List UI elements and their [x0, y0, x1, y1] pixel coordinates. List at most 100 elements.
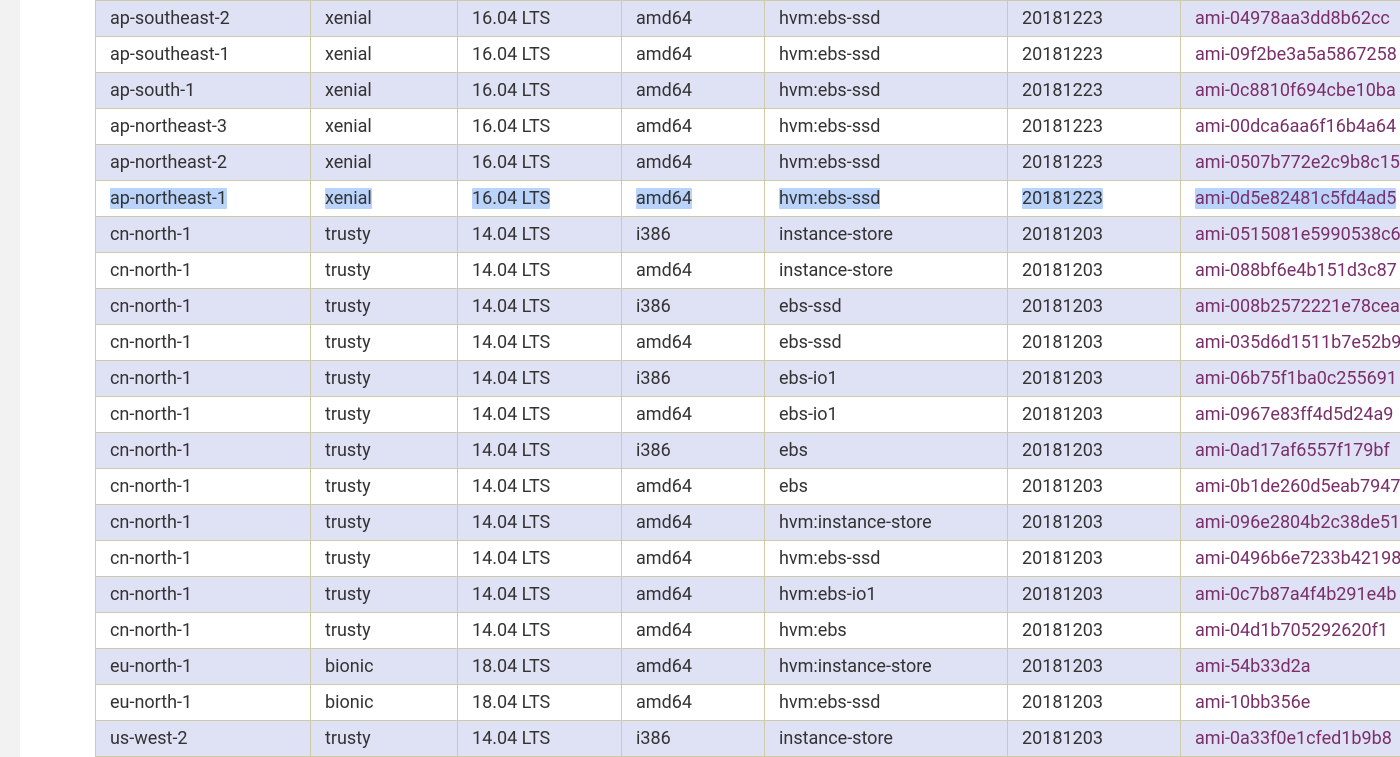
table-row[interactable]: eu-north-1bionic18.04 LTSamd64hvm:instan… — [96, 649, 1400, 685]
cell-type: ebs-ssd — [765, 289, 1008, 325]
cell-arch: amd64 — [622, 1, 765, 37]
cell-type: hvm:ebs — [765, 613, 1008, 649]
cell-date: 20181203 — [1008, 433, 1181, 469]
cell-arch: i386 — [622, 433, 765, 469]
cell-codename: trusty — [311, 541, 458, 577]
cell-ami[interactable]: ami-0967e83ff4d5d24a9 — [1181, 397, 1400, 433]
cell-type: ebs — [765, 469, 1008, 505]
table-row[interactable]: cn-north-1trusty14.04 LTSamd64hvm:instan… — [96, 505, 1400, 541]
table-row[interactable]: cn-north-1trusty14.04 LTSamd64ebs2018120… — [96, 469, 1400, 505]
cell-ami[interactable]: ami-06b75f1ba0c255691 — [1181, 361, 1400, 397]
cell-ami[interactable]: ami-088bf6e4b151d3c87 — [1181, 253, 1400, 289]
cell-codename: bionic — [311, 649, 458, 685]
table-row[interactable]: cn-north-1trusty14.04 LTSi386ebs20181203… — [96, 433, 1400, 469]
ami-table: ap-southeast-2xenial16.04 LTSamd64hvm:eb… — [95, 0, 1400, 757]
cell-region: eu-north-1 — [96, 685, 311, 721]
cell-arch: amd64 — [622, 649, 765, 685]
table-row[interactable]: cn-north-1trusty14.04 LTSi386ebs-ssd2018… — [96, 289, 1400, 325]
table-row[interactable]: us-west-2trusty14.04 LTSi386instance-sto… — [96, 721, 1400, 757]
cell-region: cn-north-1 — [96, 361, 311, 397]
cell-codename: xenial — [311, 73, 458, 109]
cell-ami[interactable]: ami-54b33d2a — [1181, 649, 1400, 685]
cell-ami[interactable]: ami-10bb356e — [1181, 685, 1400, 721]
cell-version: 16.04 LTS — [458, 73, 622, 109]
cell-type: hvm:ebs-ssd — [765, 685, 1008, 721]
cell-ami[interactable]: ami-0ad17af6557f179bf — [1181, 433, 1400, 469]
cell-version: 14.04 LTS — [458, 361, 622, 397]
cell-ami[interactable]: ami-0c8810f694cbe10ba — [1181, 73, 1400, 109]
cell-arch: amd64 — [622, 469, 765, 505]
cell-ami[interactable]: ami-04978aa3dd8b62cc — [1181, 1, 1400, 37]
table-row[interactable]: cn-north-1trusty14.04 LTSi386ebs-io12018… — [96, 361, 1400, 397]
cell-arch: i386 — [622, 289, 765, 325]
cell-ami[interactable]: ami-0507b772e2c9b8c15 — [1181, 145, 1400, 181]
cell-ami[interactable]: ami-0a33f0e1cfed1b9b8 — [1181, 721, 1400, 757]
cell-type: hvm:ebs-io1 — [765, 577, 1008, 613]
cell-codename: trusty — [311, 253, 458, 289]
cell-arch: amd64 — [622, 505, 765, 541]
cell-date: 20181203 — [1008, 613, 1181, 649]
table-row[interactable]: cn-north-1trusty14.04 LTSamd64hvm:ebs201… — [96, 613, 1400, 649]
cell-version: 14.04 LTS — [458, 613, 622, 649]
table-row[interactable]: cn-north-1trusty14.04 LTSamd64instance-s… — [96, 253, 1400, 289]
content-card: ap-southeast-2xenial16.04 LTSamd64hvm:eb… — [20, 0, 1400, 757]
cell-ami[interactable]: ami-0b1de260d5eab7947 — [1181, 469, 1400, 505]
cell-version: 16.04 LTS — [458, 181, 622, 217]
cell-codename: xenial — [311, 145, 458, 181]
cell-region: cn-north-1 — [96, 253, 311, 289]
table-row[interactable]: ap-northeast-1xenial16.04 LTSamd64hvm:eb… — [96, 181, 1400, 217]
cell-date: 20181203 — [1008, 469, 1181, 505]
cell-type: hvm:ebs-ssd — [765, 181, 1008, 217]
cell-version: 16.04 LTS — [458, 1, 622, 37]
cell-version: 16.04 LTS — [458, 109, 622, 145]
table-row[interactable]: cn-north-1trusty14.04 LTSamd64hvm:ebs-ss… — [96, 541, 1400, 577]
table-row[interactable]: ap-south-1xenial16.04 LTSamd64hvm:ebs-ss… — [96, 73, 1400, 109]
cell-ami[interactable]: ami-04d1b705292620f1 — [1181, 613, 1400, 649]
cell-ami[interactable]: ami-0496b6e7233b42198 — [1181, 541, 1400, 577]
table-row[interactable]: ap-southeast-2xenial16.04 LTSamd64hvm:eb… — [96, 1, 1400, 37]
cell-region: ap-south-1 — [96, 73, 311, 109]
cell-date: 20181203 — [1008, 289, 1181, 325]
cell-type: ebs-io1 — [765, 397, 1008, 433]
table-row[interactable]: cn-north-1trusty14.04 LTSamd64hvm:ebs-io… — [96, 577, 1400, 613]
cell-date: 20181223 — [1008, 145, 1181, 181]
cell-arch: amd64 — [622, 685, 765, 721]
cell-ami[interactable]: ami-0d5e82481c5fd4ad5 — [1181, 181, 1400, 217]
cell-type: hvm:ebs-ssd — [765, 37, 1008, 73]
cell-ami[interactable]: ami-008b2572221e78cea — [1181, 289, 1400, 325]
cell-arch: amd64 — [622, 145, 765, 181]
cell-codename: trusty — [311, 289, 458, 325]
cell-date: 20181203 — [1008, 685, 1181, 721]
cell-codename: xenial — [311, 37, 458, 73]
cell-version: 14.04 LTS — [458, 505, 622, 541]
cell-region: cn-north-1 — [96, 469, 311, 505]
cell-arch: amd64 — [622, 181, 765, 217]
cell-region: cn-north-1 — [96, 325, 311, 361]
cell-ami[interactable]: ami-096e2804b2c38de51 — [1181, 505, 1400, 541]
table-row[interactable]: ap-northeast-2xenial16.04 LTSamd64hvm:eb… — [96, 145, 1400, 181]
cell-ami[interactable]: ami-09f2be3a5a5867258 — [1181, 37, 1400, 73]
cell-ami[interactable]: ami-0515081e5990538c6 — [1181, 217, 1400, 253]
cell-ami[interactable]: ami-00dca6aa6f16b4a64 — [1181, 109, 1400, 145]
table-row[interactable]: cn-north-1trusty14.04 LTSi386instance-st… — [96, 217, 1400, 253]
table-row[interactable]: ap-northeast-3xenial16.04 LTSamd64hvm:eb… — [96, 109, 1400, 145]
table-row[interactable]: ap-southeast-1xenial16.04 LTSamd64hvm:eb… — [96, 37, 1400, 73]
cell-version: 14.04 LTS — [458, 577, 622, 613]
cell-arch: amd64 — [622, 541, 765, 577]
cell-date: 20181203 — [1008, 721, 1181, 757]
table-row[interactable]: eu-north-1bionic18.04 LTSamd64hvm:ebs-ss… — [96, 685, 1400, 721]
cell-date: 20181203 — [1008, 577, 1181, 613]
cell-version: 18.04 LTS — [458, 685, 622, 721]
cell-date: 20181223 — [1008, 109, 1181, 145]
cell-ami[interactable]: ami-0c7b87a4f4b291e4b — [1181, 577, 1400, 613]
cell-date: 20181203 — [1008, 397, 1181, 433]
cell-ami[interactable]: ami-035d6d1511b7e52b9 — [1181, 325, 1400, 361]
table-row[interactable]: cn-north-1trusty14.04 LTSamd64ebs-io1201… — [96, 397, 1400, 433]
cell-version: 14.04 LTS — [458, 325, 622, 361]
table-row[interactable]: cn-north-1trusty14.04 LTSamd64ebs-ssd201… — [96, 325, 1400, 361]
cell-region: cn-north-1 — [96, 433, 311, 469]
cell-version: 14.04 LTS — [458, 253, 622, 289]
cell-region: ap-southeast-1 — [96, 37, 311, 73]
cell-region: cn-north-1 — [96, 577, 311, 613]
cell-type: instance-store — [765, 253, 1008, 289]
